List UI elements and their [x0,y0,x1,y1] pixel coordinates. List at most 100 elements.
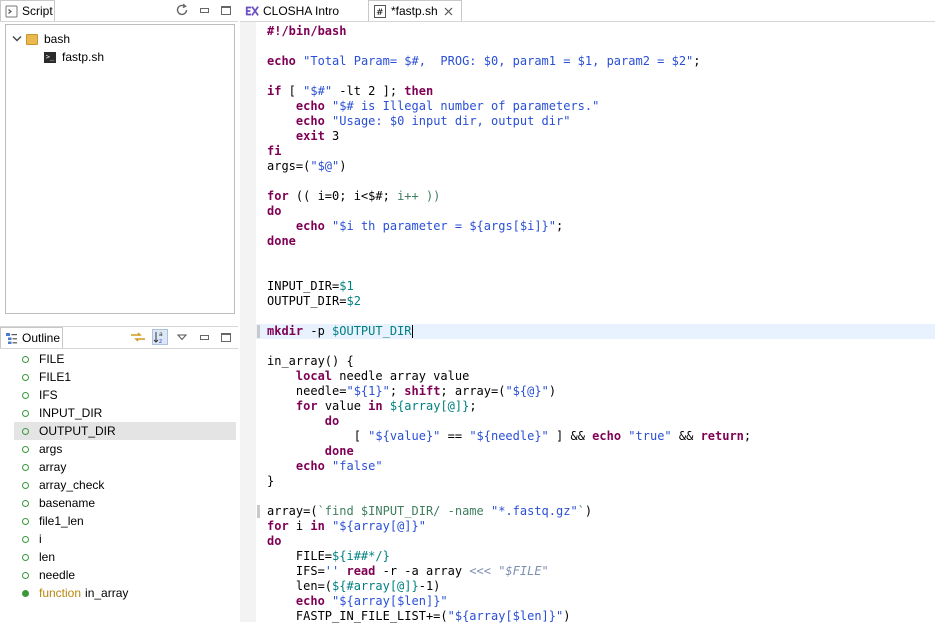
tab-closha-intro[interactable]: CLOSHA Intro [240,0,366,21]
refresh-icon[interactable] [174,2,190,18]
code-token: args=( [267,159,311,173]
code-token: $2 [346,294,361,308]
tab-outline[interactable]: Outline [0,327,63,348]
code-token: done [324,444,354,458]
code-token: ; [743,429,752,443]
outline-item[interactable]: args [16,440,236,458]
minimize-icon[interactable] [196,329,212,345]
outline-view-tabbar: Outline az [0,326,238,349]
code-line: array=(`find $INPUT_DIR/ -name "*.fastq.… [267,504,751,519]
variable-icon [22,445,29,453]
sort-alphabetically-icon[interactable]: az [152,329,168,345]
close-icon[interactable] [444,7,453,16]
variable-icon [22,571,29,579]
code-line: mkdir -p $OUTPUT_DIR [267,324,751,339]
outline-item[interactable]: needle [16,566,236,584]
tree-node-label: bash [44,32,71,46]
code-token: "${@}" [505,384,549,398]
tab-fastp-sh[interactable]: # *fastp.sh [368,0,462,21]
outline-item-kind: function [39,586,82,600]
folder-icon [26,33,38,45]
outline-item[interactable]: IFS [16,386,236,404]
code-token: ] && [548,429,593,443]
code-token: (( i=0; i<$#; [288,189,398,203]
maximize-icon[interactable] [218,329,234,345]
code-token: do [267,204,282,218]
outline-item[interactable]: i [16,530,236,548]
code-token: "$# is Illegal number of parameters." [332,99,600,113]
variable-icon [22,517,29,525]
tab-script[interactable]: Script [0,0,55,21]
outline-item-label: IFS [39,388,58,402]
outline-tree: FILE FILE1 IFS INPUT_DIR OUTPUT_DIR args array… [14,350,236,602]
outline-item-label: needle [39,568,76,582]
code-line: exit 3 [267,129,751,144]
code-token: "*.fastq.gz" [490,504,578,518]
editor-gutter [240,22,256,622]
code-token: for [267,189,289,203]
code-token: echo [295,114,325,128]
code-line: len=(${#array[@]}-1) [267,579,751,594]
code-token: fi [267,144,282,158]
outline-item-label: len [39,550,56,564]
outline-item[interactable]: function in_array [16,584,236,602]
code-line: local needle array value [267,369,751,384]
code-token: -lt 2 ]; [332,84,405,98]
variable-icon [22,553,29,561]
link-with-editor-icon[interactable] [130,329,146,345]
tab-script-label: Script [22,4,53,18]
outline-item[interactable]: basename [16,494,236,512]
code-token: in_array() { [267,354,354,368]
tree-node-bash[interactable]: bash [12,30,70,48]
outline-item[interactable]: array [16,458,236,476]
script-view-toolbar [168,2,234,18]
code-token: for [267,519,289,533]
view-menu-icon[interactable] [174,329,190,345]
outline-item[interactable]: FILE [16,350,236,368]
outline-item-label: FILE [39,352,65,366]
chevron-down-icon[interactable] [12,35,26,43]
minimize-icon[interactable] [196,2,212,18]
outline-item[interactable]: OUTPUT_DIR [14,422,236,440]
outline-item[interactable]: file1_len [16,512,236,530]
code-line: for i in "${array[@]}" [267,519,751,534]
outline-item-label: i [39,532,42,546]
code-token: for [295,399,318,413]
outline-item[interactable]: len [16,548,236,566]
outline-item[interactable]: INPUT_DIR [16,404,236,422]
code-token: echo [295,99,325,113]
code-token: [ [281,84,304,98]
code-editor[interactable]: #!/bin/bash echo "Total Param= $#, PROG: … [267,24,751,624]
editor-tabbar: CLOSHA Intro # *fastp.sh [240,0,935,22]
code-token: ; array=( [440,384,506,398]
code-line: args=("$@") [267,159,751,174]
code-token: shift [404,384,441,398]
code-line: } [267,474,751,489]
maximize-icon[interactable] [218,2,234,18]
code-line: echo "$i th parameter = ${args[$i]}"; [267,219,751,234]
variable-icon [22,373,29,381]
outline-item[interactable]: array_check [16,476,236,494]
script-view-tabbar: Script [0,0,238,22]
code-token: "Usage: $0 input dir, output dir" [332,114,571,128]
code-line: OUTPUT_DIR=$2 [267,294,751,309]
code-token: "${array[$len]}" [447,609,564,623]
text-cursor [411,325,413,338]
code-token: "$i th parameter = ${args[$i]}" [332,219,557,233]
variable-icon [22,481,29,489]
script-tree: bash >_ fastp.sh [5,24,235,314]
tree-node-fastp[interactable]: >_ fastp.sh [44,48,104,66]
outline-item[interactable]: FILE1 [16,368,236,386]
code-token: } [267,474,275,488]
code-line: INPUT_DIR=$1 [267,279,751,294]
code-token: INPUT_DIR= [267,279,340,293]
code-token: local [295,369,333,383]
